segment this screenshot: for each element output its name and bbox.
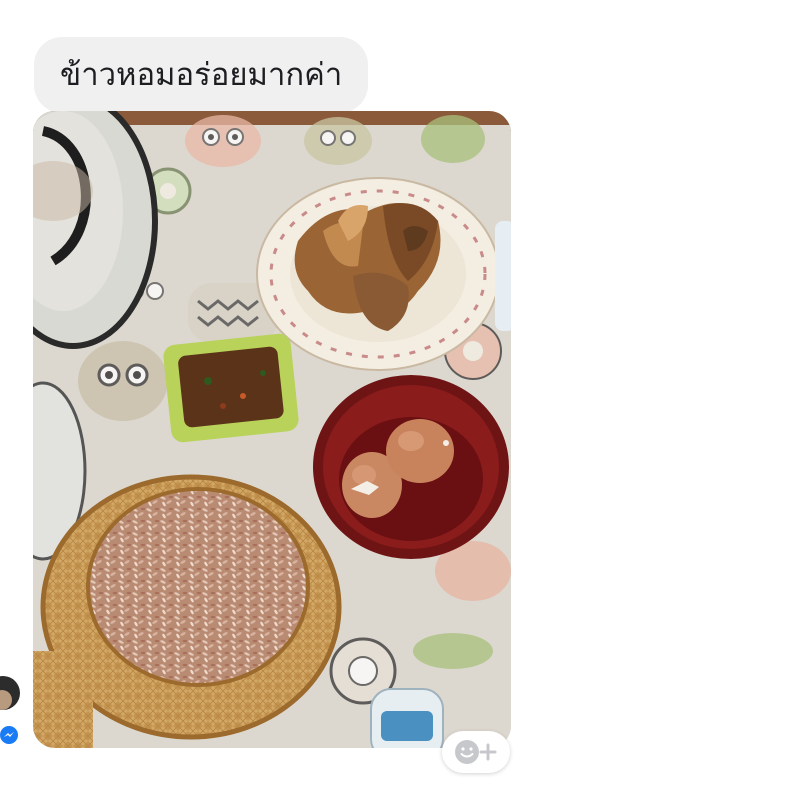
- message-bubble[interactable]: ข้าวหอมอร่อยมากค่า: [34, 37, 369, 113]
- add-reaction-button[interactable]: [442, 731, 510, 773]
- message-text: ข้าวหอมอร่อยมากค่า: [60, 56, 343, 93]
- message-photo[interactable]: [33, 111, 511, 748]
- messenger-icon: [0, 724, 20, 746]
- smiley-plus-icon: [455, 740, 497, 764]
- chat-thread: ข้าวหอมอร่อยมากค่า: [0, 0, 800, 800]
- avatar[interactable]: [0, 676, 20, 710]
- avatar-face: [0, 690, 12, 710]
